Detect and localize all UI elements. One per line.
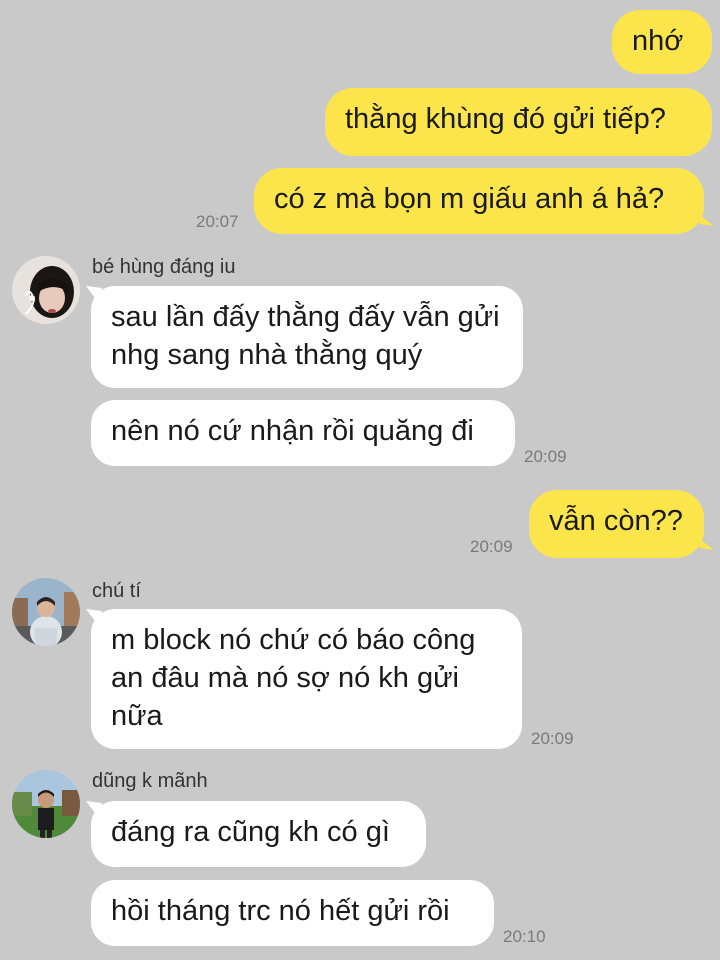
incoming-message[interactable]: sau lần đấy thằng đấy vẫn gửi nhg sang n… <box>91 286 523 388</box>
incoming-message[interactable]: m block nó chứ có báo công an đâu mà nó … <box>91 609 522 749</box>
avatar-boy-icon <box>12 770 80 838</box>
timestamp: 20:09 <box>531 729 574 748</box>
timestamp: 20:09 <box>524 447 567 466</box>
sender-name: chú tí <box>92 580 141 602</box>
sender-name: bé hùng đáng iu <box>92 256 236 278</box>
outgoing-message[interactable]: nhớ <box>612 10 712 74</box>
sender-name: dũng k mãnh <box>92 770 208 792</box>
outgoing-message[interactable]: vẫn còn?? <box>529 490 704 558</box>
timestamp: 20:07 <box>196 212 239 231</box>
incoming-message[interactable]: đáng ra cũng kh có gì <box>91 801 426 867</box>
timestamp: 20:10 <box>503 927 546 946</box>
incoming-message[interactable]: hồi tháng trc nó hết gửi rồi <box>91 880 494 946</box>
outgoing-message[interactable]: có z mà bọn m giấu anh á hả? <box>254 168 704 234</box>
message-text: hồi tháng trc nó hết gửi rồi <box>111 895 450 927</box>
timestamp: 20:09 <box>470 537 513 556</box>
message-text: sau lần đấy thằng đấy vẫn gửi nhg sang n… <box>111 301 500 371</box>
avatar[interactable] <box>12 770 80 838</box>
message-text: thằng khùng đó gửi tiếp? <box>345 103 666 135</box>
message-text: đáng ra cũng kh có gì <box>111 816 390 848</box>
message-text: nên nó cứ nhận rồi quăng đi <box>111 415 474 447</box>
avatar-girl-icon <box>12 256 80 324</box>
bubble-tail <box>696 536 714 550</box>
avatar[interactable] <box>12 578 80 646</box>
message-text: có z mà bọn m giấu anh á hả? <box>274 183 665 215</box>
message-text: vẫn còn?? <box>549 505 683 537</box>
bubble-tail <box>696 212 714 226</box>
message-text: m block nó chứ có báo công an đâu mà nó … <box>111 624 476 732</box>
incoming-message[interactable]: nên nó cứ nhận rồi quăng đi <box>91 400 515 466</box>
chat-screen: { "messages": { "out1": { "text": "nhớ" … <box>0 0 720 960</box>
avatar[interactable] <box>12 256 80 324</box>
avatar-boy-icon <box>12 578 80 646</box>
message-text: nhớ <box>632 25 684 57</box>
outgoing-message[interactable]: thằng khùng đó gửi tiếp? <box>325 88 712 156</box>
